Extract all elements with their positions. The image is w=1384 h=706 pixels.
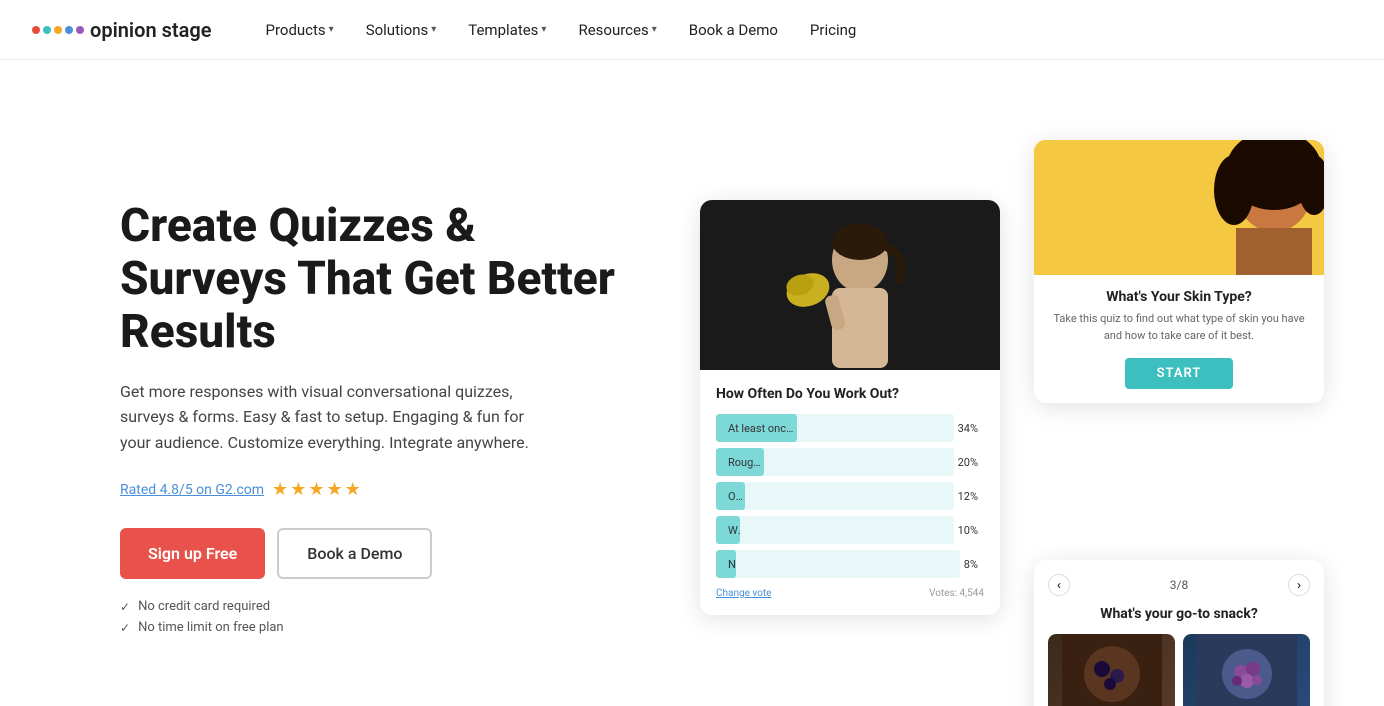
checkmark-icon: ✓ xyxy=(120,621,130,635)
logo[interactable]: opinion stage xyxy=(32,18,211,42)
nav-pricing[interactable]: Pricing xyxy=(796,13,870,47)
skin-quiz-card: What's Your Skin Type? Take this quiz to… xyxy=(1034,140,1324,403)
logo-dot-red xyxy=(32,26,40,34)
logo-dot-teal xyxy=(43,26,51,34)
change-vote-link[interactable]: Change vote xyxy=(716,588,771,599)
poll-bar-label: Once or twice a week xyxy=(724,490,745,503)
g2-rating-link[interactable]: Rated 4.8/5 on G2.com xyxy=(120,482,264,498)
hero-subtitle: Get more responses with visual conversat… xyxy=(120,379,550,456)
star-2: ★ xyxy=(290,479,306,500)
nav-resources[interactable]: Resources ▾ xyxy=(564,13,670,47)
poll-card: How Often Do You Work Out? At least once… xyxy=(700,200,1000,615)
poll-bar-label: When I feel like it xyxy=(724,524,740,537)
poll-bar-percentage: 34% xyxy=(958,422,984,435)
hero-title: Create Quizzes & Surveys That Get Better… xyxy=(120,200,640,359)
star-rating: ★ ★ ★ ★ ★ xyxy=(272,479,361,500)
star-5: ★ xyxy=(345,479,361,500)
poll-bar-label: Roughly three times a week xyxy=(724,456,764,469)
star-4: ★ xyxy=(326,479,342,500)
logo-dot-blue xyxy=(65,26,73,34)
poll-bar: At least once a day 34% xyxy=(716,414,984,442)
poll-bar: Never 8% xyxy=(716,550,984,578)
check-no-time-limit: ✓ No time limit on free plan xyxy=(120,620,640,635)
hero-cards: How Often Do You Work Out? At least once… xyxy=(640,140,1324,615)
snack-options-grid: Granola xyxy=(1048,634,1310,706)
snack-quiz-card: ‹ 3/8 › What's your go-to snack? xyxy=(1034,560,1324,706)
checkmark-icon: ✓ xyxy=(120,600,130,614)
poll-body: How Often Do You Work Out? At least once… xyxy=(700,370,1000,615)
chevron-down-icon: ▾ xyxy=(652,24,657,35)
poll-bar-label: Never xyxy=(724,558,736,571)
navbar: opinion stage Products ▾ Solutions ▾ Tem… xyxy=(0,0,1384,60)
feature-checks: ✓ No credit card required ✓ No time limi… xyxy=(120,599,640,635)
poll-bar-percentage: 20% xyxy=(958,456,984,469)
nav-solutions[interactable]: Solutions ▾ xyxy=(352,13,451,47)
chevron-down-icon: ▾ xyxy=(329,24,334,35)
star-3: ★ xyxy=(308,479,324,500)
hero-copy: Create Quizzes & Surveys That Get Better… xyxy=(120,140,640,635)
poll-bar: Roughly three times a week 20% xyxy=(716,448,984,476)
nav-links: Products ▾ Solutions ▾ Templates ▾ Resou… xyxy=(251,13,1352,47)
fruit-image xyxy=(1183,634,1310,706)
poll-bar: When I feel like it 10% xyxy=(716,516,984,544)
logo-dot-orange xyxy=(54,26,62,34)
cta-buttons: Sign up Free Book a Demo xyxy=(120,528,640,579)
poll-bar: Once or twice a week 12% xyxy=(716,482,984,510)
skin-card-title: What's Your Skin Type? xyxy=(1048,289,1310,305)
nav-book-demo[interactable]: Book a Demo xyxy=(675,13,792,47)
logo-dot-purple xyxy=(76,26,84,34)
skin-card-start-button[interactable]: START xyxy=(1125,358,1234,389)
snack-page-indicator: 3/8 xyxy=(1170,578,1188,592)
chevron-down-icon: ▾ xyxy=(541,24,546,35)
granola-image xyxy=(1048,634,1175,706)
snack-next-button[interactable]: › xyxy=(1288,574,1310,596)
star-1: ★ xyxy=(272,479,288,500)
skin-card-image xyxy=(1034,140,1324,275)
poll-bars: At least once a day 34% Roughly three time… xyxy=(716,414,984,578)
poll-bar-percentage: 12% xyxy=(958,490,984,503)
snack-nav: ‹ 3/8 › xyxy=(1048,574,1310,596)
poll-bar-percentage: 8% xyxy=(964,558,984,571)
check-no-credit-card: ✓ No credit card required xyxy=(120,599,640,614)
poll-footer: Change vote Votes: 4,544 xyxy=(716,588,984,599)
snack-option-fruit[interactable]: Fruit xyxy=(1183,634,1310,706)
poll-question: How Often Do You Work Out? xyxy=(716,386,984,402)
nav-products[interactable]: Products ▾ xyxy=(251,13,347,47)
snack-question: What's your go-to snack? xyxy=(1048,606,1310,622)
signup-button[interactable]: Sign up Free xyxy=(120,528,265,579)
rating-row: Rated 4.8/5 on G2.com ★ ★ ★ ★ ★ xyxy=(120,479,640,500)
snack-option-granola[interactable]: Granola xyxy=(1048,634,1175,706)
boxer-image xyxy=(700,200,1000,370)
snack-prev-button[interactable]: ‹ xyxy=(1048,574,1070,596)
logo-text: opinion stage xyxy=(90,18,211,42)
poll-bar-percentage: 10% xyxy=(958,524,984,537)
vote-count: Votes: 4,544 xyxy=(929,588,984,599)
logo-dots xyxy=(32,26,84,34)
chevron-down-icon: ▾ xyxy=(431,24,436,35)
poll-bar-label: At least once a day xyxy=(724,422,797,435)
skin-card-body: What's Your Skin Type? Take this quiz to… xyxy=(1034,275,1324,403)
hero-section: Create Quizzes & Surveys That Get Better… xyxy=(0,60,1384,706)
book-demo-button[interactable]: Book a Demo xyxy=(277,528,432,579)
nav-templates[interactable]: Templates ▾ xyxy=(454,13,560,47)
skin-card-desc: Take this quiz to find out what type of … xyxy=(1048,311,1310,344)
